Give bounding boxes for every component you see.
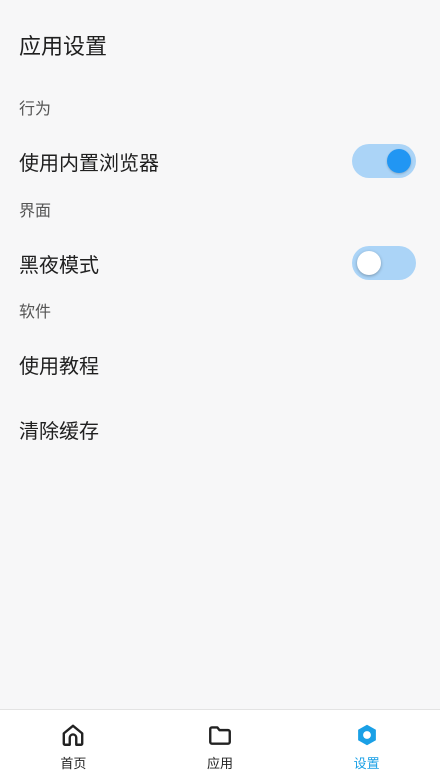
nav-label-settings: 设置 [353, 757, 380, 772]
toggle-knob [387, 149, 411, 173]
section-label-interface: 界面 [19, 201, 52, 220]
setting-row-builtin-browser[interactable]: 使用内置浏览器 [0, 136, 440, 186]
setting-label-clear-cache: 清除缓存 [19, 418, 99, 443]
setting-row-clear-cache[interactable]: 清除缓存 [0, 404, 440, 454]
nav-item-settings[interactable]: 设置 [293, 710, 440, 780]
section-label-software: 软件 [19, 302, 52, 321]
setting-label-tutorial: 使用教程 [19, 353, 99, 378]
home-icon [62, 724, 84, 746]
builtin-browser-toggle[interactable] [352, 144, 416, 178]
setting-label-dark-mode: 黑夜模式 [19, 252, 99, 277]
dark-mode-toggle[interactable] [352, 246, 416, 280]
nav-label-home: 首页 [60, 757, 87, 772]
nav-item-home[interactable]: 首页 [0, 710, 147, 780]
setting-row-tutorial[interactable]: 使用教程 [0, 339, 440, 389]
settings-screen: 应用设置 行为 使用内置浏览器 界面 黑夜模式 软件 使用教程 清除缓存 首页 [0, 0, 440, 780]
gear-icon [357, 724, 376, 746]
bottom-nav: 首页 应用 设置 [0, 709, 440, 780]
toggle-knob [357, 251, 381, 275]
setting-label-builtin-browser: 使用内置浏览器 [19, 150, 159, 175]
section-label-behavior: 行为 [19, 99, 52, 118]
nav-label-apps: 应用 [207, 757, 234, 772]
folder-icon [209, 726, 231, 745]
setting-row-dark-mode[interactable]: 黑夜模式 [0, 238, 440, 288]
page-title: 应用设置 [19, 35, 108, 60]
nav-item-apps[interactable]: 应用 [147, 710, 294, 780]
